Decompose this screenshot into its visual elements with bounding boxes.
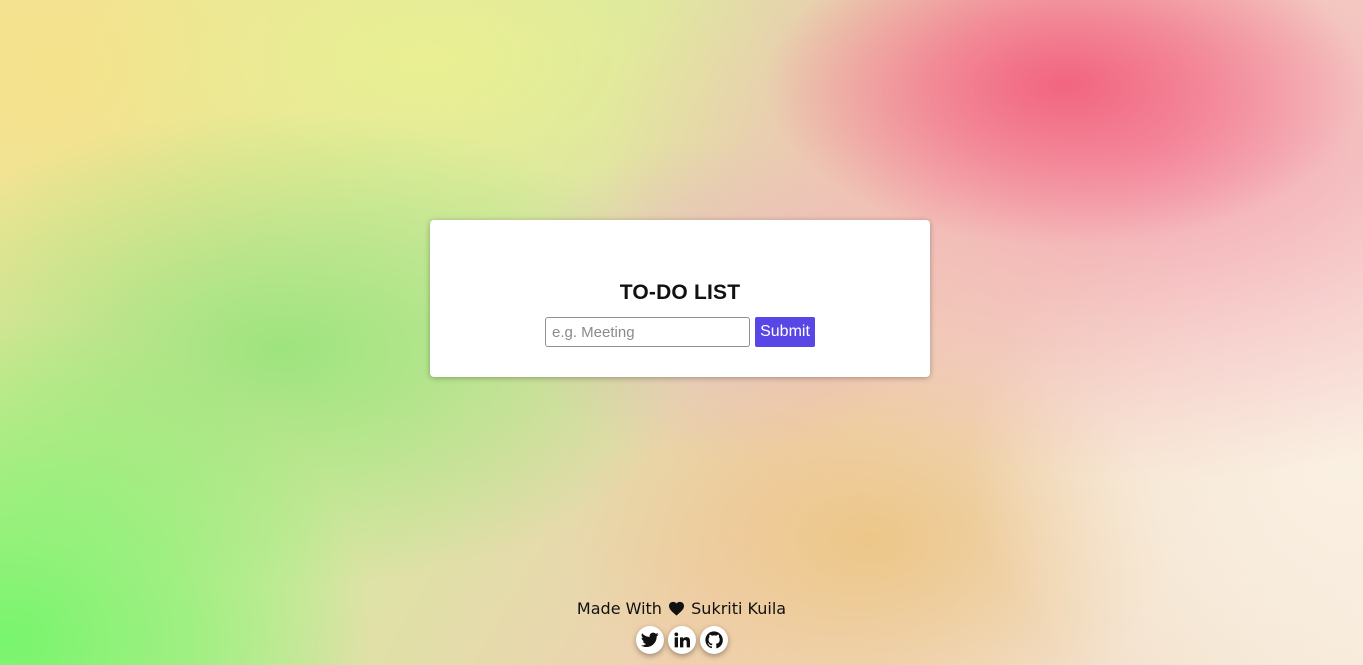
footer-credit: Made With Sukriti Kuila: [0, 598, 1363, 622]
todo-form: Submit: [545, 317, 815, 347]
linkedin-link[interactable]: [667, 626, 696, 654]
made-with-text: Made With: [576, 599, 662, 618]
github-icon: [704, 631, 723, 649]
todo-card: TO-DO LIST Submit: [430, 220, 930, 377]
page-title: TO-DO LIST: [619, 281, 741, 304]
heart-icon: [668, 600, 685, 622]
footer: Made With Sukriti Kuila: [0, 598, 1363, 654]
submit-button[interactable]: Submit: [755, 317, 815, 347]
twitter-icon: [640, 632, 659, 648]
github-link[interactable]: [699, 626, 728, 654]
author-name: Sukriti Kuila: [691, 599, 787, 618]
linkedin-icon: [673, 632, 690, 648]
social-links: [0, 626, 1363, 654]
twitter-link[interactable]: [635, 626, 664, 654]
todo-input[interactable]: [545, 317, 750, 347]
